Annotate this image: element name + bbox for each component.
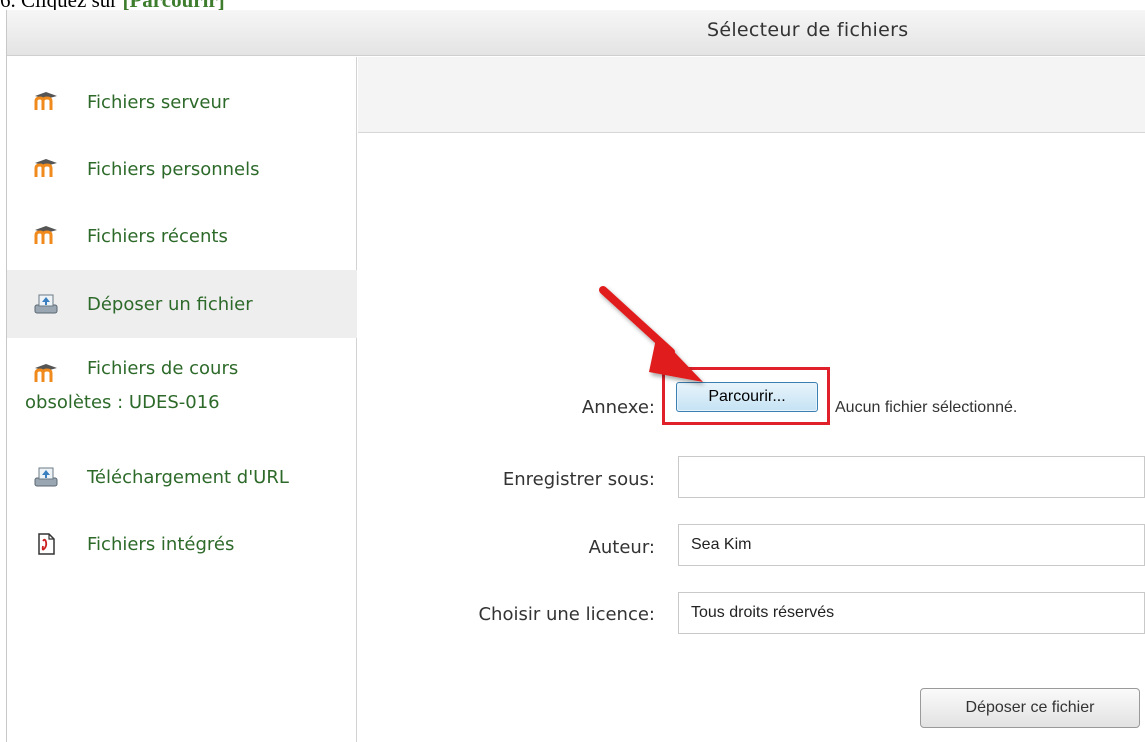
moodle-icon [34, 226, 57, 244]
sidebar-item-label: Fichiers intégrés [87, 533, 235, 555]
sidebar-item-label: Déposer un fichier [87, 293, 253, 315]
dialog-title: Sélecteur de fichiers [707, 19, 909, 41]
sidebar-item-label: Fichiers serveur [87, 91, 230, 113]
save-as-input[interactable] [678, 456, 1145, 498]
repository-sidebar: Fichiers serveur Fichiers personnels Fic… [7, 57, 357, 742]
document-icon [38, 533, 55, 555]
sidebar-item-upload-file[interactable]: Déposer un fichier [7, 270, 357, 338]
browse-button[interactable]: Parcourir... [676, 382, 818, 412]
moodle-icon [34, 159, 57, 177]
sidebar-item-personal-files[interactable]: Fichiers personnels [7, 136, 357, 202]
no-file-selected-text: Aucun fichier sélectionné. [835, 399, 1018, 416]
license-select[interactable]: Tous droits réservés [678, 592, 1145, 634]
moodle-icon [34, 364, 57, 382]
author-label: Auteur: [588, 537, 655, 558]
sidebar-item-embedded-files[interactable]: Fichiers intégrés [7, 511, 357, 577]
sidebar-item-label: Fichiers récents [87, 225, 228, 247]
sidebar-item-label: Téléchargement d'URL [87, 466, 289, 488]
upload-icon [34, 294, 58, 314]
sidebar-item-server-files[interactable]: Fichiers serveur [7, 69, 357, 135]
instruction-caption: 6. Cliquez sur [Parcourir] [0, 0, 225, 12]
upload-submit-button[interactable]: Déposer ce fichier [920, 688, 1140, 728]
sidebar-item-label: Fichiers personnels [87, 158, 260, 180]
author-input[interactable]: Sea Kim [678, 524, 1145, 566]
repository-toolbar [358, 57, 1145, 133]
sidebar-item-recent-files[interactable]: Fichiers récents [7, 203, 357, 269]
upload-icon [34, 467, 58, 487]
sidebar-item-obsolete-course-files[interactable]: Fichiers de cours obsolètes : UDES-016 [7, 338, 357, 438]
sidebar-item-label: Fichiers de cours [87, 358, 239, 379]
attachment-label: Annexe: [581, 397, 655, 418]
dialog-titlebar: Sélecteur de fichiers [7, 10, 1145, 56]
sidebar-item-url-download[interactable]: Téléchargement d'URL [7, 444, 357, 510]
sidebar-item-label-continued: obsolètes : UDES-016 [25, 392, 220, 413]
license-label: Choisir une licence: [478, 604, 655, 625]
save-as-label: Enregistrer sous: [502, 469, 655, 490]
moodle-icon [34, 92, 57, 110]
